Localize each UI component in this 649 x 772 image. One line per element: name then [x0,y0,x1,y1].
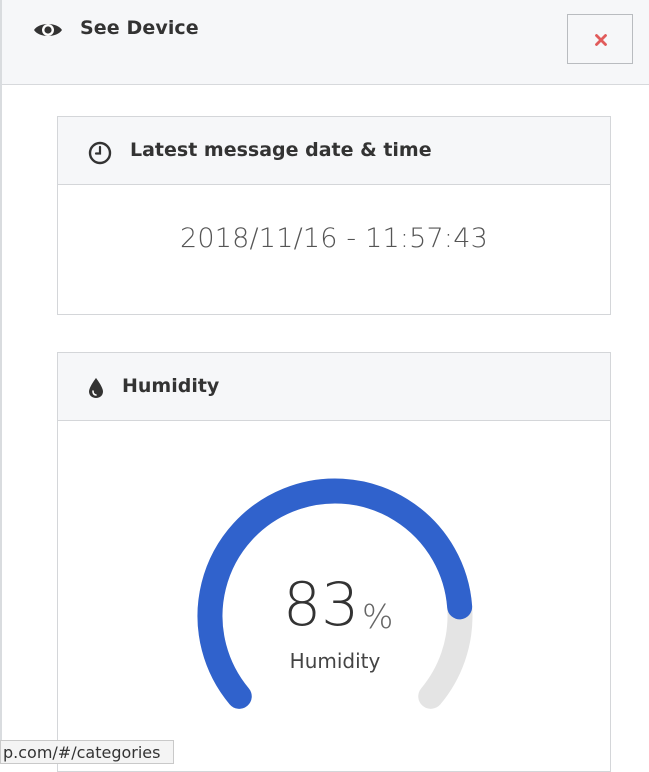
modal-title: See Device [80,17,199,39]
gauge-unit: % [362,597,394,636]
clock-icon [88,141,112,169]
latest-message-card: Latest message date & time 2018/11/16 - … [57,116,611,315]
modal-header: See Device [2,0,649,85]
humidity-title: Humidity [122,375,220,397]
close-button[interactable] [567,14,633,64]
close-icon [595,34,607,46]
modal-frame: See Device Latest message date & time 20… [0,0,649,772]
humidity-card: Humidity 83 % Humidity [57,352,611,772]
eye-icon [33,20,63,40]
latest-message-datetime: 2018/11/16 - 11:57:43 [180,223,488,254]
water-drop-icon [88,377,104,403]
status-bar-url: p.com/#/categories [0,740,174,764]
latest-message-card-header: Latest message date & time [58,117,610,185]
gauge-value: 83 [283,570,360,640]
gauge-label: Humidity [289,649,381,673]
humidity-card-header: Humidity [58,353,610,421]
latest-message-title: Latest message date & time [130,139,432,161]
